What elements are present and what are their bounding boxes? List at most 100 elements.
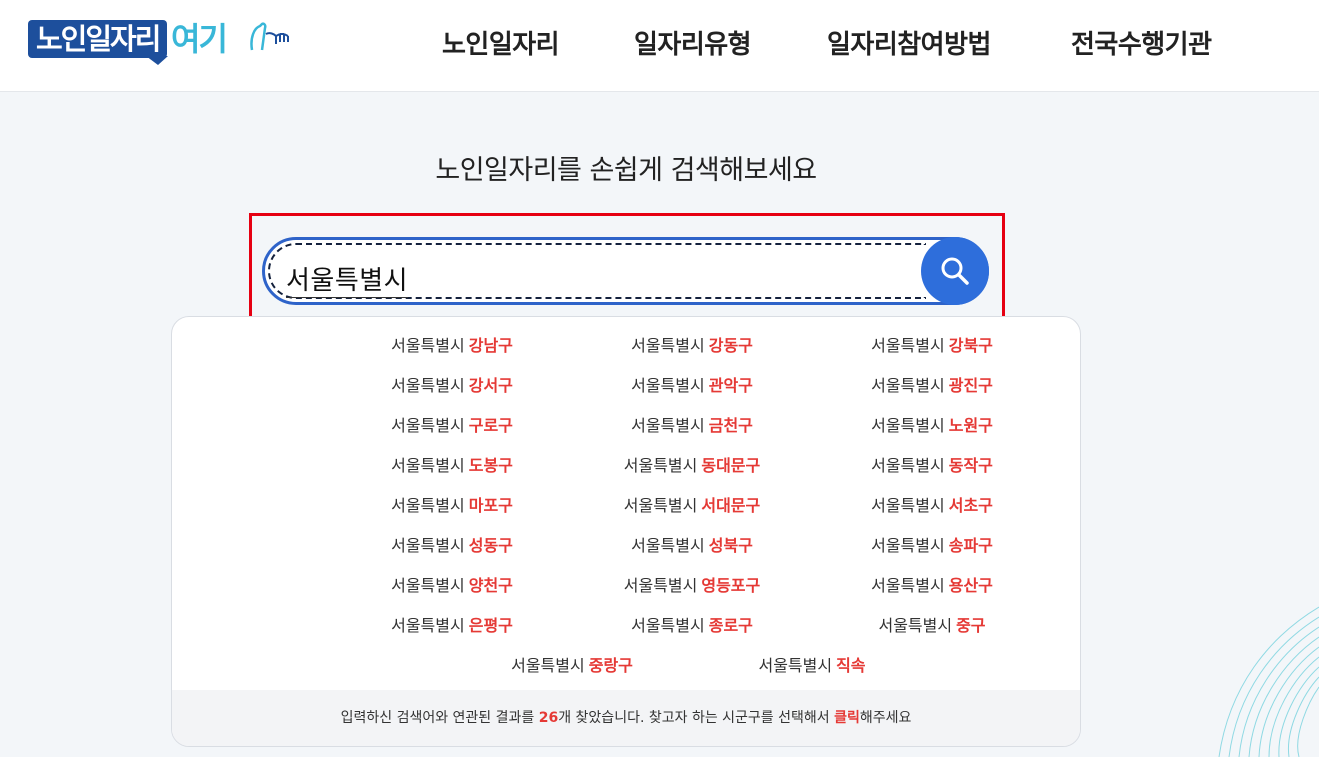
search-input-field[interactable]: 서울특별시 [268, 243, 926, 299]
site-logo[interactable]: 노인일자리 여기 [28, 18, 298, 68]
result-item[interactable]: 서울특별시 성동구 [332, 534, 572, 558]
result-city: 서울특별시 [631, 616, 705, 635]
summary-click: 클릭 [834, 710, 860, 726]
result-item[interactable]: 서울특별시 서대문구 [572, 494, 812, 518]
result-city: 서울특별시 [871, 536, 945, 555]
result-item[interactable]: 서울특별시 동대문구 [572, 454, 812, 478]
result-city: 서울특별시 [391, 576, 465, 595]
result-item[interactable]: 서울특별시 직속 [692, 654, 932, 678]
result-item[interactable]: 서울특별시 송파구 [812, 534, 1052, 558]
search-bar: 서울특별시 [262, 237, 989, 305]
result-district: 동대문구 [701, 456, 761, 475]
result-district: 강동구 [708, 336, 753, 355]
result-district: 마포구 [468, 496, 513, 515]
page-title: 노인일자리를 손쉽게 검색해보세요 [435, 155, 817, 186]
result-item[interactable]: 서울특별시 광진구 [812, 374, 1052, 398]
result-district: 관악구 [708, 376, 753, 395]
result-item[interactable]: 서울특별시 영등포구 [572, 574, 812, 598]
summary-count: 26 [538, 710, 559, 726]
result-item[interactable]: 서울특별시 강북구 [812, 334, 1052, 358]
result-item[interactable]: 서울특별시 성북구 [572, 534, 812, 558]
result-district: 중랑구 [588, 656, 633, 675]
logo-hand-icon [250, 22, 289, 51]
result-item[interactable]: 서울특별시 마포구 [332, 494, 572, 518]
result-city: 서울특별시 [631, 376, 705, 395]
result-city: 서울특별시 [511, 656, 585, 675]
result-item[interactable]: 서울특별시 강동구 [572, 334, 812, 358]
result-district: 광진구 [948, 376, 993, 395]
result-item[interactable]: 서울특별시 동작구 [812, 454, 1052, 478]
result-city: 서울특별시 [391, 376, 465, 395]
result-district: 양천구 [468, 576, 513, 595]
result-item[interactable]: 서울특별시 도봉구 [332, 454, 572, 478]
result-district: 금천구 [708, 416, 753, 435]
nav-item-job-types[interactable]: 일자리유형 [634, 24, 752, 61]
result-district: 용산구 [948, 576, 993, 595]
result-city: 서울특별시 [391, 336, 465, 355]
logo-speech-tail [146, 56, 168, 65]
result-district: 종로구 [708, 616, 753, 635]
summary-middle: 개 찾았습니다. 찾고자 하는 시군구를 선택해서 [558, 710, 835, 726]
summary-suffix: 해주세요 [859, 710, 912, 726]
result-city: 서울특별시 [631, 416, 705, 435]
result-item[interactable]: 서울특별시 노원구 [812, 414, 1052, 438]
result-item[interactable]: 서울특별시 은평구 [332, 614, 572, 638]
result-district: 영등포구 [701, 576, 761, 595]
result-district: 성북구 [708, 536, 753, 555]
result-district: 동작구 [948, 456, 993, 475]
result-district: 구로구 [468, 416, 513, 435]
nav-item-how-to-join[interactable]: 일자리참여방법 [827, 24, 991, 61]
result-city: 서울특별시 [623, 576, 698, 595]
nav-item-agencies[interactable]: 전국수행기관 [1071, 24, 1212, 61]
result-item[interactable]: 서울특별시 서초구 [812, 494, 1052, 518]
result-item[interactable]: 서울특별시 강서구 [332, 374, 572, 398]
result-city: 서울특별시 [391, 496, 465, 515]
result-district: 도봉구 [468, 456, 513, 475]
result-item[interactable]: 서울특별시 중랑구 [452, 654, 692, 678]
result-city: 서울특별시 [878, 616, 953, 635]
result-item[interactable]: 서울특별시 양천구 [332, 574, 572, 598]
logo-main-text: 노인일자리 [28, 20, 168, 58]
result-district: 은평구 [468, 616, 513, 635]
result-city: 서울특별시 [623, 456, 698, 475]
result-item[interactable]: 서울특별시 구로구 [332, 414, 572, 438]
result-district: 노원구 [948, 416, 993, 435]
site-header: 노인일자리 여기 노인일자리 일자리유형 일자리참여방법 전국수행기관 [0, 0, 1319, 92]
result-district: 강남구 [468, 336, 513, 355]
result-item[interactable]: 서울특별시 용산구 [812, 574, 1052, 598]
result-city: 서울특별시 [391, 416, 465, 435]
result-district: 송파구 [948, 536, 993, 555]
result-city: 서울특별시 [631, 536, 705, 555]
result-district: 직속 [836, 656, 866, 675]
result-city: 서울특별시 [871, 456, 945, 475]
summary-prefix: 입력하신 검색어와 연관된 결과를 [340, 710, 539, 726]
search-button[interactable] [921, 237, 989, 305]
result-district: 서대문구 [701, 496, 761, 515]
search-input[interactable]: 서울특별시 [286, 260, 409, 298]
result-city: 서울특별시 [391, 536, 465, 555]
result-city: 서울특별시 [871, 376, 945, 395]
search-icon [941, 257, 969, 285]
result-district: 강북구 [948, 336, 993, 355]
result-item[interactable]: 서울특별시 중구 [812, 614, 1052, 638]
result-city: 서울특별시 [758, 656, 833, 675]
result-item[interactable]: 서울특별시 강남구 [332, 334, 572, 358]
result-city: 서울특별시 [623, 496, 698, 515]
result-city: 서울특별시 [871, 496, 945, 515]
nav-item-senior-jobs[interactable]: 노인일자리 [442, 24, 560, 61]
results-summary: 입력하신 검색어와 연관된 결과를 26개 찾았습니다. 찾고자 하는 시군구를… [172, 690, 1080, 746]
result-district: 중구 [956, 616, 986, 635]
result-item[interactable]: 서울특별시 종로구 [572, 614, 812, 638]
result-city: 서울특별시 [391, 616, 465, 635]
result-item[interactable]: 서울특별시 금천구 [572, 414, 812, 438]
result-city: 서울특별시 [871, 416, 945, 435]
search-results-panel: 서울특별시 강남구 서울특별시 강동구 서울특별시 강북구 서울특별시 강서구 서울특별시 관악구… [171, 316, 1081, 747]
result-district: 성동구 [468, 536, 513, 555]
result-city: 서울특별시 [631, 336, 705, 355]
result-district: 서초구 [948, 496, 993, 515]
result-item[interactable]: 서울특별시 관악구 [572, 374, 812, 398]
logo-accent-text: 여기 [171, 20, 228, 58]
result-district: 강서구 [468, 376, 513, 395]
result-city: 서울특별시 [871, 336, 945, 355]
result-city: 서울특별시 [871, 576, 945, 595]
